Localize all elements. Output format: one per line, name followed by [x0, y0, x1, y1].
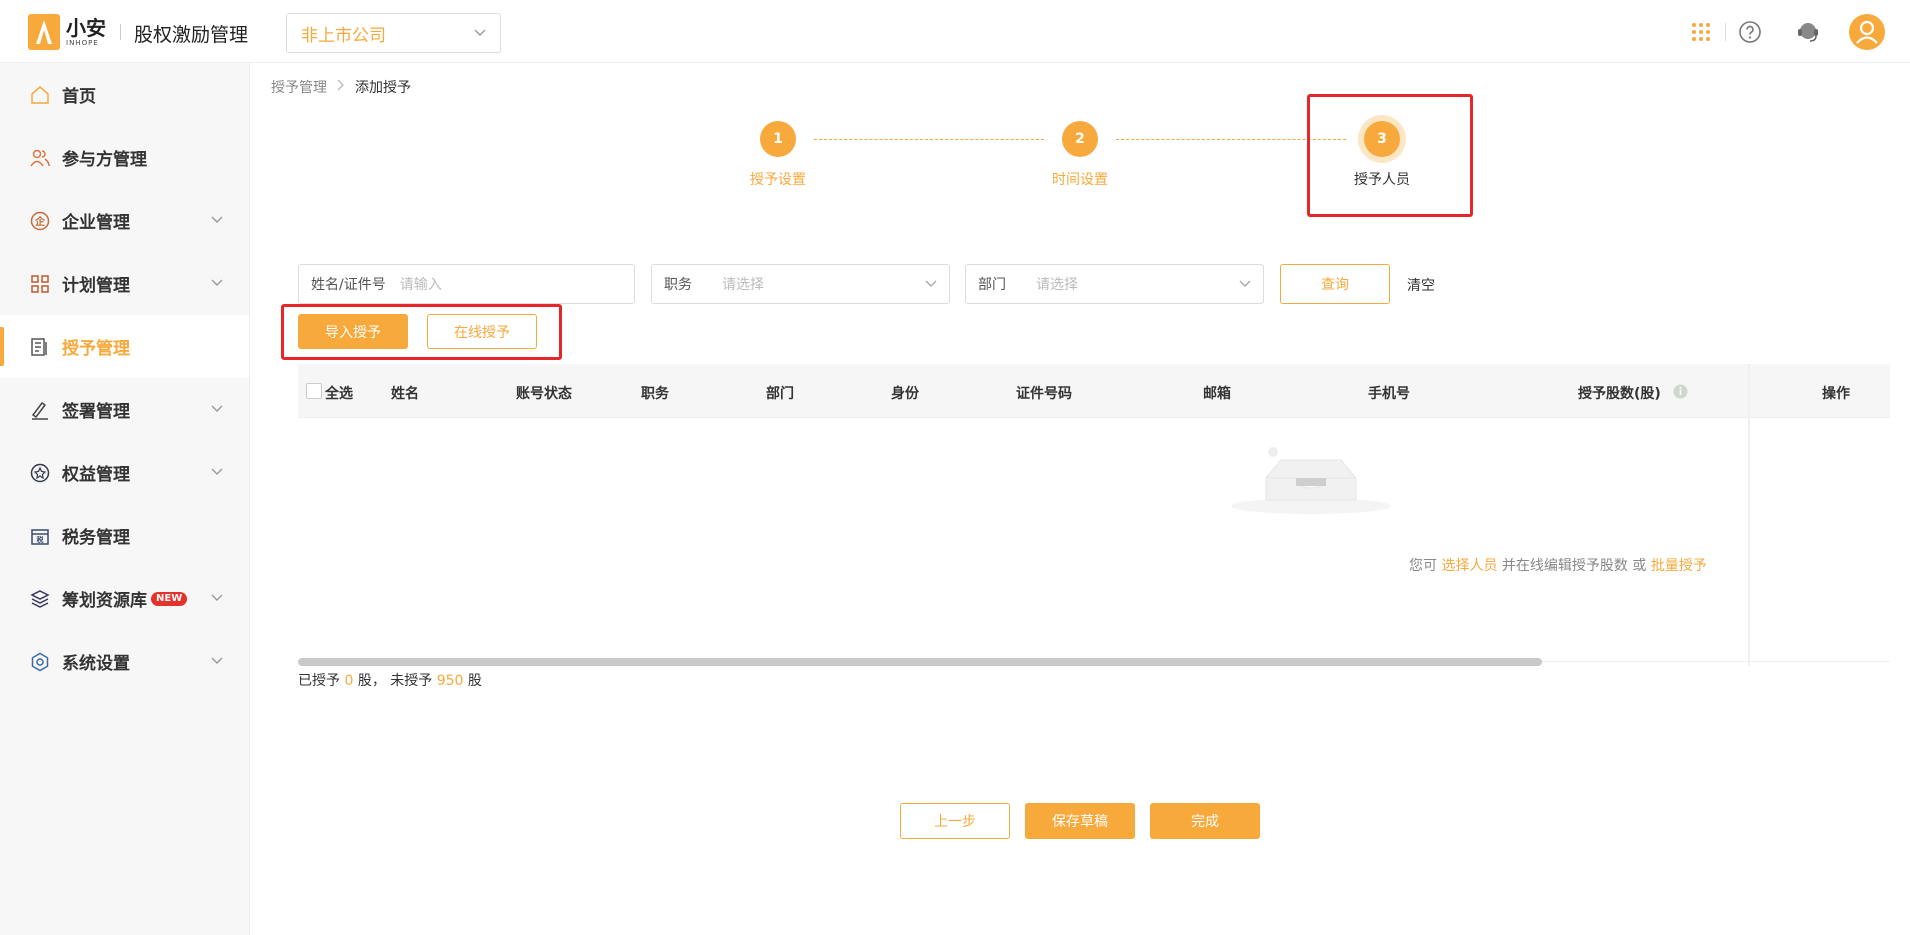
position-filter[interactable]: 职务 请选择 — [651, 264, 950, 304]
filter-label: 职务 — [664, 277, 692, 293]
equity-badge-icon — [30, 463, 50, 483]
sidebar-item-settings[interactable]: 系统设置 — [0, 630, 249, 693]
sidebar-item-tax[interactable]: 税 税务管理 — [0, 504, 249, 567]
app-logo[interactable]: 小安 INHOPE — [28, 14, 106, 50]
svg-text:税: 税 — [37, 535, 44, 544]
company-type-value: 非上市公司 — [301, 25, 386, 46]
department-select[interactable]: 请选择 — [1036, 274, 1239, 294]
users-icon — [30, 148, 50, 168]
prev-step-button[interactable]: 上一步 — [900, 803, 1010, 839]
sidebar-item-label: 筹划资源库 — [62, 591, 147, 611]
step-number: 1 — [760, 121, 796, 157]
chevron-down-icon — [925, 277, 937, 291]
sidebar-item-label: 权益管理 — [62, 465, 130, 485]
logo-mark-icon — [28, 14, 60, 50]
logo-en-text: INHOPE — [66, 38, 99, 47]
sidebar-item-equity[interactable]: 权益管理 — [0, 441, 249, 504]
select-people-link[interactable]: 选择人员 — [1441, 558, 1497, 574]
enterprise-icon: 企 — [30, 211, 50, 231]
sidebar-item-label: 系统设置 — [62, 654, 130, 674]
sidebar-item-label: 计划管理 — [62, 276, 130, 296]
header-divider — [120, 24, 121, 40]
save-draft-button[interactable]: 保存草稿 — [1025, 803, 1135, 839]
sidebar-item-label: 签署管理 — [62, 402, 130, 422]
new-badge: NEW — [151, 591, 188, 606]
home-icon — [30, 85, 50, 105]
sidebar-item-resources[interactable]: 筹划资源库 NEW — [0, 567, 249, 630]
signature-pen-icon — [30, 400, 50, 420]
step-highlight-box — [1307, 94, 1473, 217]
name-id-input[interactable]: 请输入 — [400, 274, 622, 294]
batch-grant-link[interactable]: 批量授予 — [1651, 558, 1707, 574]
chevron-down-icon — [211, 591, 223, 605]
clear-filters-link[interactable]: 清空 — [1407, 275, 1435, 295]
chevron-down-icon — [211, 213, 223, 227]
sidebar-item-label: 首页 — [62, 87, 96, 107]
name-id-filter[interactable]: 姓名/证件号 请输入 — [298, 264, 635, 304]
sidebar-item-enterprise[interactable]: 企 企业管理 — [0, 189, 249, 252]
header-icon-group — [1683, 14, 1910, 50]
step-2: 2 时间设置 — [1020, 121, 1140, 189]
svg-text:企: 企 — [34, 215, 46, 228]
department-filter[interactable]: 部门 请选择 — [965, 264, 1264, 304]
chevron-down-icon — [211, 402, 223, 416]
user-avatar-icon[interactable] — [1848, 13, 1886, 51]
chevron-down-icon — [1239, 277, 1251, 291]
action-highlight-box — [281, 304, 562, 360]
settings-hexagon-icon — [30, 652, 50, 672]
step-label: 时间设置 — [1052, 172, 1108, 188]
step-number: 2 — [1062, 121, 1098, 157]
filter-label: 姓名/证件号 — [311, 277, 386, 293]
step-connector — [814, 139, 1044, 140]
sidebar-item-signing[interactable]: 签署管理 — [0, 378, 249, 441]
plan-grid-icon — [30, 274, 50, 294]
tax-icon: 税 — [30, 526, 50, 546]
grant-document-icon — [30, 337, 50, 357]
chevron-down-icon — [211, 276, 223, 290]
step-label: 授予设置 — [750, 172, 806, 188]
position-select[interactable]: 请选择 — [722, 274, 925, 294]
app-title: 股权激励管理 — [134, 24, 249, 46]
chevron-down-icon — [474, 26, 486, 40]
chevron-down-icon — [211, 465, 223, 479]
sidebar-item-plans[interactable]: 计划管理 — [0, 252, 249, 315]
finish-button[interactable]: 完成 — [1150, 803, 1260, 839]
sidebar-item-home[interactable]: 首页 — [0, 63, 249, 126]
step-indicator: 1 授予设置 2 时间设置 3 授予人员 — [251, 63, 1910, 213]
sidebar-item-grants[interactable]: 授予管理 — [0, 315, 249, 378]
help-icon[interactable] — [1732, 14, 1768, 50]
company-type-select[interactable]: 非上市公司 — [286, 13, 501, 53]
step-1: 1 授予设置 — [718, 121, 838, 189]
logo-cn-text: 小安 — [66, 15, 106, 40]
chevron-down-icon — [211, 654, 223, 668]
sidebar-nav: 首页 参与方管理 企 企业管理 计划管理 授予管理 签署管理 权益管理 税 税务… — [0, 63, 250, 935]
apps-grid-icon[interactable] — [1683, 14, 1719, 50]
customer-service-icon[interactable] — [1790, 14, 1826, 50]
sidebar-item-label: 企业管理 — [62, 213, 130, 233]
sidebar-item-label: 参与方管理 — [62, 150, 147, 170]
filter-label: 部门 — [978, 277, 1006, 293]
layers-icon — [30, 589, 50, 609]
top-header: 小安 INHOPE 股权激励管理 非上市公司 — [0, 0, 1910, 63]
query-button[interactable]: 查询 — [1280, 264, 1390, 304]
header-icon-separator — [1725, 23, 1726, 41]
sidebar-item-label: 税务管理 — [62, 528, 130, 548]
sidebar-item-label: 授予管理 — [62, 339, 130, 359]
sidebar-item-participants[interactable]: 参与方管理 — [0, 126, 249, 189]
